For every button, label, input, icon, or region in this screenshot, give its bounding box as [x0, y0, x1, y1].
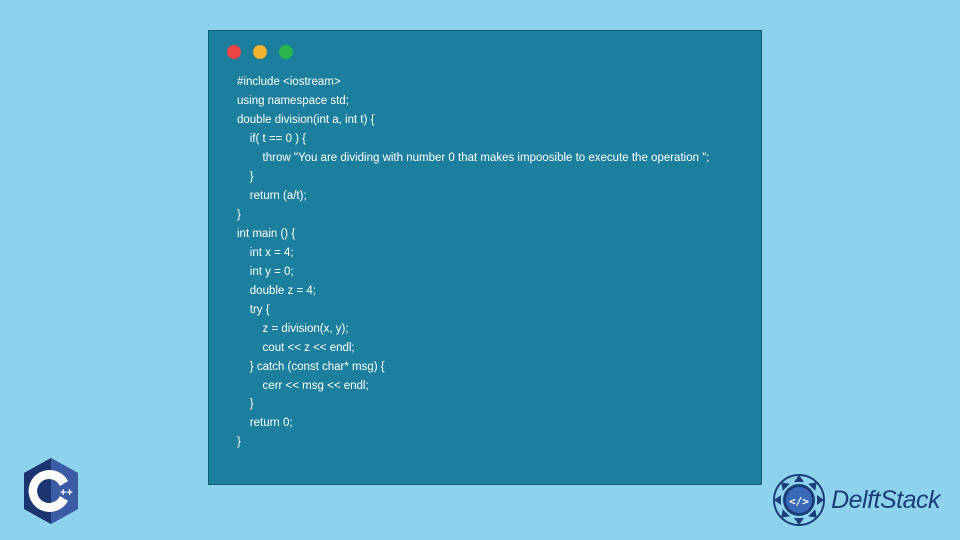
code-window: #include <iostream> using namespace std;…: [208, 30, 762, 485]
svg-text:++: ++: [60, 487, 73, 499]
delftstack-icon: </>: [773, 474, 825, 526]
svg-text:</>: </>: [789, 495, 809, 508]
window-minimize-dot: [253, 45, 267, 59]
window-maximize-dot: [279, 45, 293, 59]
delftstack-brand-text: DelftStack: [831, 486, 940, 515]
window-close-dot: [227, 45, 241, 59]
code-content: #include <iostream> using namespace std;…: [209, 69, 761, 470]
delftstack-logo: </> DelftStack: [773, 474, 940, 526]
cpp-logo: ++: [20, 456, 82, 526]
window-controls: [209, 31, 761, 69]
